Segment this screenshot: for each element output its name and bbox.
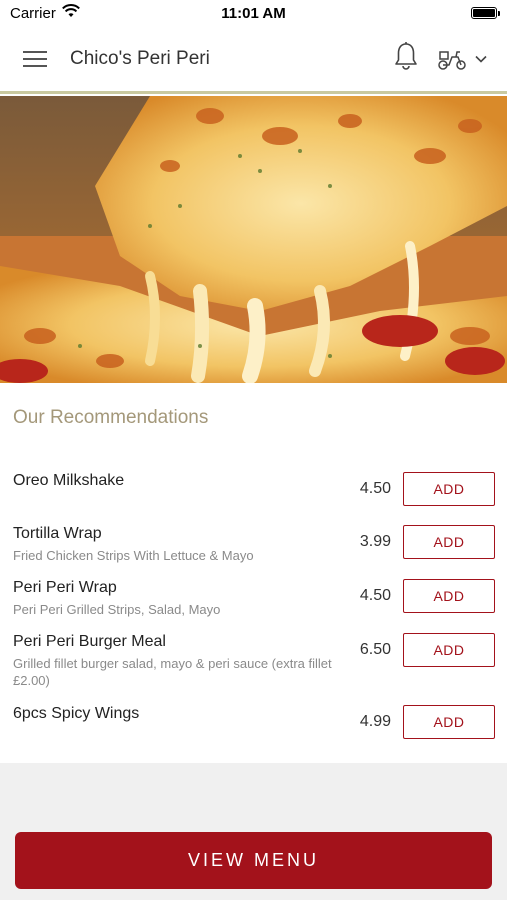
recommendations-section: Our Recommendations Oreo Milkshake 4.50 … bbox=[0, 383, 507, 763]
item-price: 4.50 bbox=[359, 587, 391, 604]
bell-icon bbox=[395, 42, 417, 70]
add-button[interactable]: ADD bbox=[403, 472, 495, 506]
section-title: Our Recommendations bbox=[13, 407, 209, 428]
app-actions bbox=[393, 41, 507, 76]
item-price: 6.50 bbox=[359, 641, 391, 658]
hero-image bbox=[0, 96, 507, 383]
scooter-icon bbox=[438, 50, 466, 70]
item-price: 3.99 bbox=[359, 533, 391, 550]
item-price: 4.99 bbox=[359, 713, 391, 730]
hamburger-icon bbox=[23, 50, 47, 67]
item-name: 6pcs Spicy Wings bbox=[13, 705, 140, 722]
item-description: Fried Chicken Strips With Lettuce & Mayo bbox=[13, 548, 254, 563]
item-name: Tortilla Wrap bbox=[13, 525, 102, 542]
item-description: Peri Peri Grilled Strips, Salad, Mayo bbox=[13, 602, 221, 617]
add-button[interactable]: ADD bbox=[403, 633, 495, 667]
app-bar: Chico's Peri Peri bbox=[0, 26, 507, 94]
add-button[interactable]: ADD bbox=[403, 525, 495, 559]
item-name: Peri Peri Burger Meal bbox=[13, 633, 166, 650]
battery-icon bbox=[470, 7, 500, 19]
notification-button[interactable] bbox=[393, 41, 419, 76]
item-name: Oreo Milkshake bbox=[13, 472, 125, 489]
add-button[interactable]: ADD bbox=[403, 705, 495, 739]
order-mode-selector[interactable] bbox=[437, 47, 487, 71]
item-price: 4.50 bbox=[359, 480, 391, 497]
item-description: Grilled fillet burger salad, mayo & peri… bbox=[13, 656, 332, 688]
add-button[interactable]: ADD bbox=[403, 579, 495, 613]
view-menu-button[interactable]: VIEW MENU bbox=[15, 832, 492, 889]
status-right bbox=[377, 7, 500, 19]
hamburger-menu-button[interactable] bbox=[0, 25, 70, 93]
item-name: Peri Peri Wrap bbox=[13, 579, 117, 596]
app-title: Chico's Peri Peri bbox=[70, 47, 210, 69]
status-left: Carrier bbox=[10, 4, 130, 22]
wifi-icon bbox=[61, 4, 80, 22]
status-time: 11:01 AM bbox=[221, 4, 286, 22]
carrier-label: Carrier bbox=[10, 4, 56, 22]
pizza-image bbox=[0, 96, 507, 383]
chevron-down-icon bbox=[475, 55, 487, 63]
status-bar: Carrier 11:01 AM bbox=[0, 0, 507, 26]
